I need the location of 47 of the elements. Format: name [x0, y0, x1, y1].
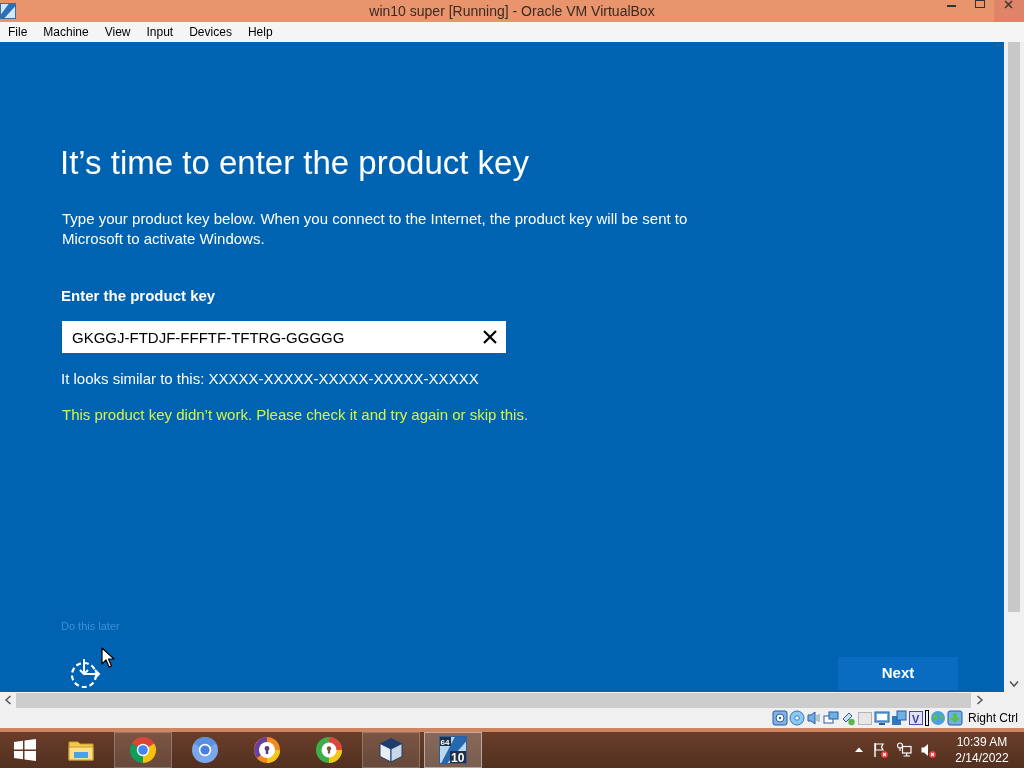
download-arrow-icon[interactable]	[947, 710, 963, 726]
video-frame-icon[interactable]: V	[908, 710, 924, 726]
scrollbar-thumb[interactable]	[1008, 42, 1020, 612]
taskbar-button[interactable]	[114, 732, 172, 768]
window-title: win10 super [Running] - Oracle VM VirtualBox	[368, 2, 656, 21]
mouse-cursor-icon	[101, 647, 115, 668]
window-tile-icon[interactable]: 64 10	[439, 736, 467, 764]
windows-logo-icon[interactable]	[13, 738, 37, 762]
segmented-circle-icon[interactable]	[129, 736, 157, 764]
field-label: Enter the product key	[61, 286, 217, 306]
keyhole-circle-icon[interactable]	[253, 736, 281, 764]
menu-item[interactable]: Input	[138, 22, 182, 42]
close-icon[interactable]	[482, 329, 498, 345]
overlapping-windows-icon[interactable]	[891, 710, 907, 726]
next-button[interactable]: Next	[838, 657, 958, 690]
cube-icon[interactable]	[377, 736, 405, 764]
monitor-icon[interactable]	[896, 742, 912, 758]
description-text: Type your product key below. When you connect to the Internet, the product key will be sent to Microsoft to activate Windows.	[62, 209, 689, 249]
disc-icon[interactable]	[789, 710, 805, 726]
usb-plug-icon[interactable]	[840, 710, 856, 726]
ring-circle-icon[interactable]	[191, 736, 219, 764]
caret-down-icon[interactable]	[1009, 680, 1019, 688]
page-heading: It’s time to enter the product key	[60, 143, 530, 183]
clock-date[interactable]: 2/14/2022	[955, 750, 1009, 766]
monitor-icon[interactable]	[874, 710, 890, 726]
vertical-bar-icon[interactable]	[925, 710, 929, 726]
menu-item[interactable]: Devices	[181, 22, 240, 42]
menu-item[interactable]: Help	[239, 22, 281, 42]
taskbar-button[interactable]: 64 10	[424, 732, 482, 768]
caret-right-icon[interactable]	[976, 695, 984, 705]
clock-time[interactable]: 10:39 AM	[956, 734, 1008, 750]
error-message: This product key didn’t work. Please check it and try again or skip this.	[62, 405, 530, 425]
monitors-icon[interactable]	[823, 710, 839, 726]
menu-item[interactable]: Machine	[35, 22, 97, 42]
dashed-circle-arrow-icon[interactable]	[69, 657, 101, 689]
speaker-icon[interactable]	[920, 742, 936, 758]
caret-left-icon[interactable]	[4, 695, 12, 705]
product-key-field[interactable]: GKGGJ-FTDJF-FFFTF-TFTRG-GGGGG	[62, 321, 506, 353]
menu-item[interactable]: File	[0, 22, 36, 42]
menu-item[interactable]: View	[96, 22, 139, 42]
keyhole-ring-icon[interactable]	[315, 736, 343, 764]
flag-icon[interactable]	[872, 742, 888, 758]
hint-text: It looks similar to this: XXXXX-XXXXX-XXXXX-XXXXX-XXXXX	[61, 369, 480, 389]
taskbar-button[interactable]	[362, 732, 420, 768]
app-icon	[0, 3, 16, 19]
hard-disk-icon[interactable]	[772, 710, 788, 726]
host-key-label: Right Ctrl	[968, 710, 1018, 727]
